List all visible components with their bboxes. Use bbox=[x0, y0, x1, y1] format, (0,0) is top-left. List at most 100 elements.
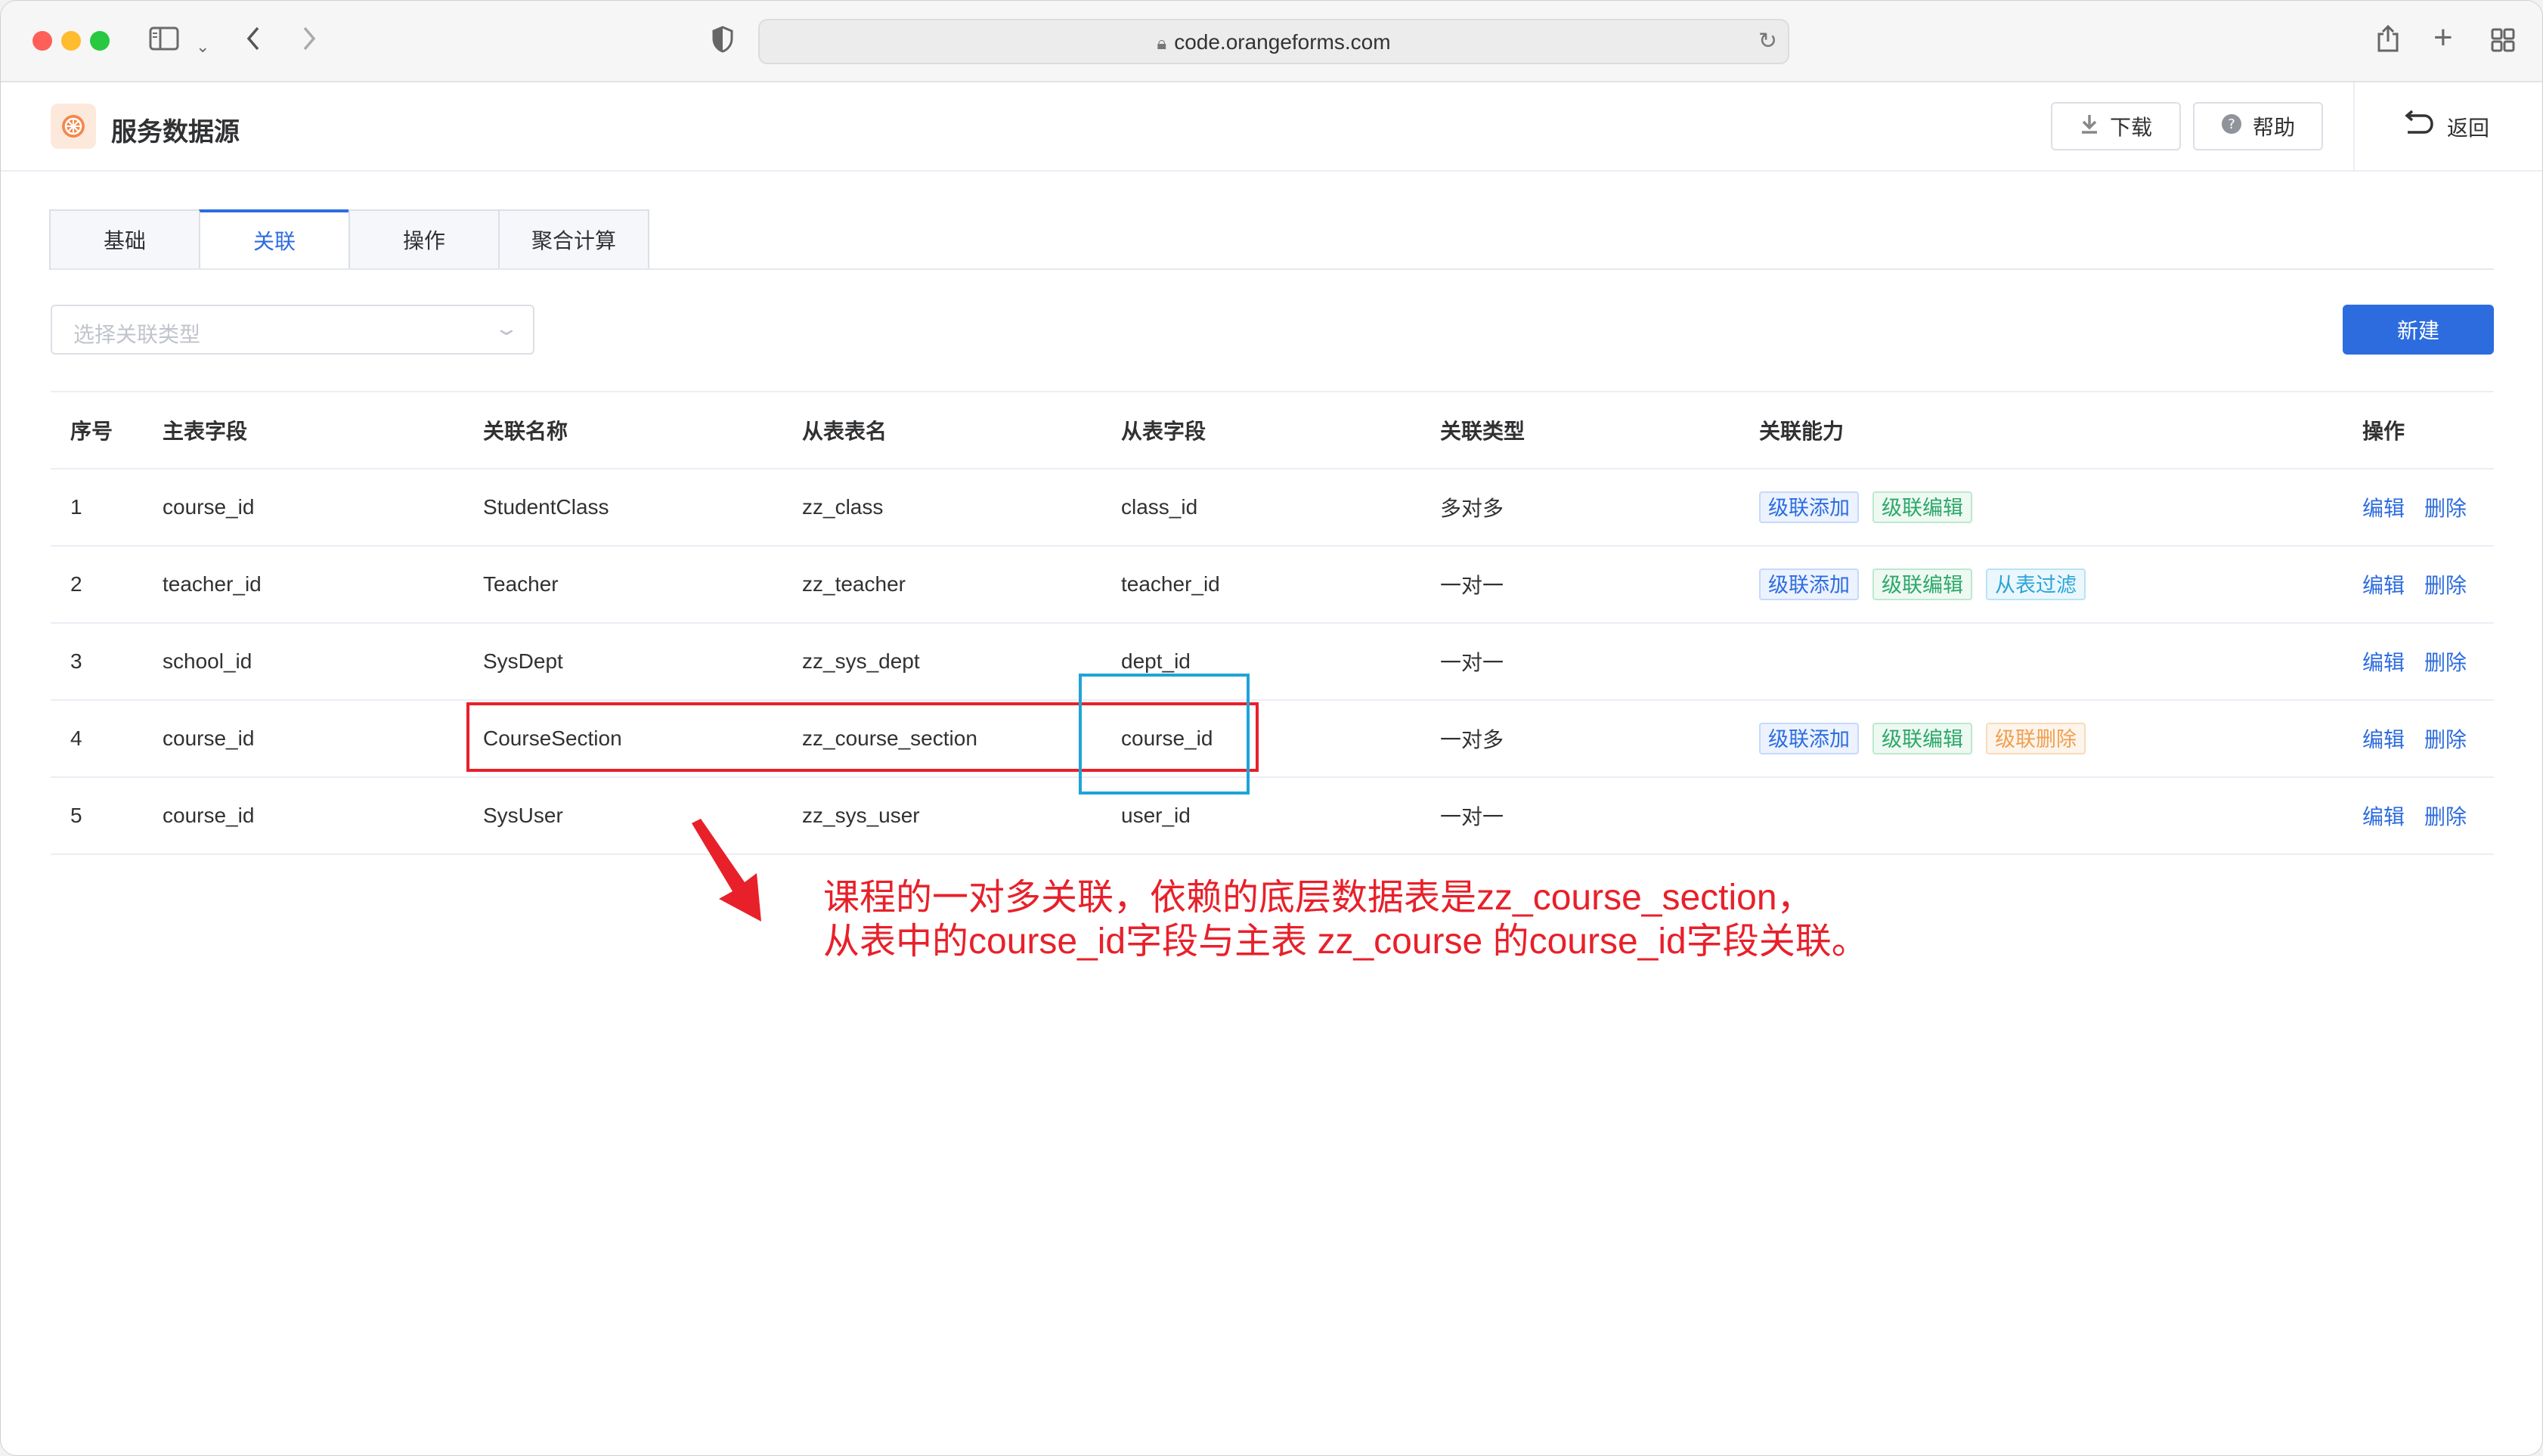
capability-tags: 级联添加 级联编辑 bbox=[1759, 469, 1986, 545]
column-header: 从表表名 bbox=[802, 420, 887, 443]
help-icon: ? bbox=[2221, 113, 2242, 140]
annotation-note: 课程的一对多关联，依赖的底层数据表是zz_course_section， 从表中… bbox=[823, 876, 1868, 964]
edit-link[interactable]: 编辑 bbox=[2362, 723, 2405, 754]
tabs-grid-icon[interactable] bbox=[2491, 28, 2515, 57]
relation-name: Teacher bbox=[483, 572, 559, 596]
tab-operation[interactable]: 操作 bbox=[348, 209, 500, 270]
column-header: 操作 bbox=[2362, 420, 2405, 443]
delete-link[interactable]: 删除 bbox=[2424, 646, 2467, 677]
table-row: 5 course_id SysUser zz_sys_user user_id … bbox=[51, 778, 2494, 855]
relation-type: 一对一 bbox=[1440, 651, 1504, 674]
capability-tag: 从表过滤 bbox=[1986, 568, 2086, 600]
tab-bar: 基础 关联 操作 聚合计算 bbox=[49, 209, 649, 270]
download-icon bbox=[2080, 113, 2099, 140]
capability-tag: 级联添加 bbox=[1759, 491, 1859, 523]
download-button[interactable]: 下载 bbox=[2051, 102, 2181, 150]
row-actions: 编辑 删除 bbox=[2362, 778, 2486, 853]
annotation-line-1: 课程的一对多关联，依赖的底层数据表是zz_course_section， bbox=[823, 878, 1814, 918]
tab-relation[interactable]: 关联 bbox=[199, 209, 350, 270]
reload-icon[interactable]: ↻ bbox=[1758, 28, 1777, 54]
slave-table: zz_sys_user bbox=[802, 804, 920, 827]
table-row: 4 course_id CourseSection zz_course_sect… bbox=[51, 701, 2494, 778]
delete-link[interactable]: 删除 bbox=[2424, 492, 2467, 522]
master-field: course_id bbox=[163, 726, 255, 750]
row-actions: 编辑 删除 bbox=[2362, 547, 2486, 622]
chevron-down-icon: ⌄ bbox=[493, 317, 520, 339]
master-field: school_id bbox=[163, 649, 252, 673]
slave-field: teacher_id bbox=[1121, 572, 1220, 596]
download-label: 下载 bbox=[2109, 116, 2152, 139]
column-header: 关联能力 bbox=[1759, 420, 1845, 443]
forward-icon[interactable] bbox=[300, 23, 318, 59]
row-index: 4 bbox=[70, 726, 82, 750]
capability-tag: 级联添加 bbox=[1759, 723, 1859, 754]
select-placeholder: 选择关联类型 bbox=[73, 323, 201, 346]
relation-name: StudentClass bbox=[483, 495, 609, 519]
tab-aggregation[interactable]: 聚合计算 bbox=[498, 209, 649, 270]
delete-link[interactable]: 删除 bbox=[2424, 723, 2467, 754]
back-button[interactable]: 返回 bbox=[2402, 110, 2489, 144]
row-index: 5 bbox=[70, 804, 82, 827]
master-field: teacher_id bbox=[163, 572, 262, 596]
page-title: 服务数据源 bbox=[111, 118, 240, 147]
edit-link[interactable]: 编辑 bbox=[2362, 569, 2405, 599]
column-header: 关联类型 bbox=[1440, 420, 1525, 443]
tab-divider bbox=[51, 268, 2494, 270]
app-logo bbox=[51, 104, 96, 149]
capability-tag: 级联删除 bbox=[1986, 723, 2086, 754]
browser-window: ⌄ 🔒︎ code.orangeforms.com ↻ + 服务数据源 下载 ?… bbox=[0, 0, 2543, 1456]
share-icon[interactable] bbox=[2376, 23, 2400, 59]
annotation-line-2: 从表中的course_id字段与主表 zz_course 的course_id字… bbox=[823, 922, 1868, 962]
highlight-box-blue bbox=[1079, 674, 1250, 795]
close-window-button[interactable] bbox=[33, 31, 52, 51]
relation-name: SysDept bbox=[483, 649, 563, 673]
row-index: 2 bbox=[70, 572, 82, 596]
return-icon bbox=[2402, 110, 2433, 144]
address-bar[interactable]: 🔒︎ code.orangeforms.com ↻ bbox=[758, 19, 1789, 64]
master-field: course_id bbox=[163, 495, 255, 519]
header-divider bbox=[2353, 82, 2355, 170]
row-actions: 编辑 删除 bbox=[2362, 701, 2486, 776]
relation-type-select[interactable]: 选择关联类型 ⌄ bbox=[51, 305, 534, 355]
sidebar-icon[interactable] bbox=[149, 26, 179, 56]
capability-tags: 级联添加 级联编辑 级联删除 bbox=[1759, 701, 2099, 776]
tab-basic[interactable]: 基础 bbox=[49, 209, 200, 270]
capability-tag: 级联添加 bbox=[1759, 568, 1859, 600]
zoom-window-button[interactable] bbox=[90, 31, 110, 51]
relation-type: 一对一 bbox=[1440, 805, 1504, 829]
relation-table: 序号 主表字段 关联名称 从表表名 从表字段 关联类型 关联能力 操作 1 co… bbox=[51, 391, 2494, 855]
minimize-window-button[interactable] bbox=[61, 31, 81, 51]
relation-type: 多对多 bbox=[1440, 497, 1504, 520]
edit-link[interactable]: 编辑 bbox=[2362, 646, 2405, 677]
svg-text:?: ? bbox=[2228, 116, 2235, 132]
column-header: 主表字段 bbox=[163, 420, 248, 443]
plus-icon[interactable]: + bbox=[2433, 21, 2453, 54]
chevron-down-icon[interactable]: ⌄ bbox=[196, 33, 209, 61]
edit-link[interactable]: 编辑 bbox=[2362, 492, 2405, 522]
capability-tag: 级联编辑 bbox=[1872, 491, 1972, 523]
row-actions: 编辑 删除 bbox=[2362, 469, 2486, 545]
edit-link[interactable]: 编辑 bbox=[2362, 801, 2405, 831]
capability-tag: 级联编辑 bbox=[1872, 723, 1972, 754]
slave-table: zz_class bbox=[802, 495, 884, 519]
new-button[interactable]: 新建 bbox=[2343, 305, 2494, 355]
slave-field: class_id bbox=[1121, 495, 1198, 519]
slave-table: zz_sys_dept bbox=[802, 649, 920, 673]
app-header: 服务数据源 下载 ? 帮助 返回 bbox=[1, 82, 2542, 172]
table-row: 2 teacher_id Teacher zz_teacher teacher_… bbox=[51, 547, 2494, 624]
delete-link[interactable]: 删除 bbox=[2424, 569, 2467, 599]
capability-tags: 级联添加 级联编辑 从表过滤 bbox=[1759, 547, 2099, 622]
back-label: 返回 bbox=[2447, 116, 2490, 140]
back-icon[interactable] bbox=[244, 23, 262, 59]
help-button[interactable]: ? 帮助 bbox=[2193, 102, 2323, 150]
column-header: 从表字段 bbox=[1121, 420, 1206, 443]
column-header: 序号 bbox=[70, 420, 113, 443]
url-text: code.orangeforms.com bbox=[1174, 30, 1391, 54]
row-index: 3 bbox=[70, 649, 82, 673]
shield-icon[interactable] bbox=[711, 25, 734, 59]
browser-toolbar: ⌄ 🔒︎ code.orangeforms.com ↻ + bbox=[1, 1, 2542, 82]
help-label: 帮助 bbox=[2252, 116, 2295, 139]
table-header: 序号 主表字段 关联名称 从表表名 从表字段 关联类型 关联能力 操作 bbox=[51, 391, 2494, 469]
lock-icon: 🔒︎ bbox=[1157, 33, 1167, 54]
delete-link[interactable]: 删除 bbox=[2424, 801, 2467, 831]
